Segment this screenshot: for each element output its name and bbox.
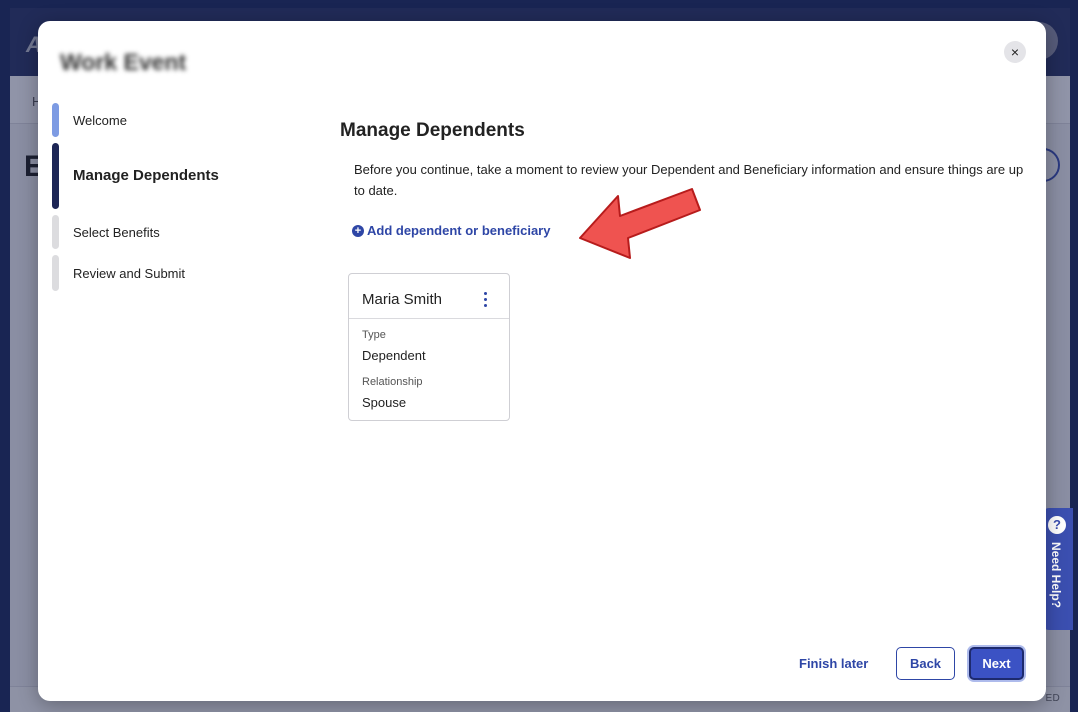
dependent-card: Maria Smith Type Dependent Relationship … [348, 273, 510, 421]
step-label: Review and Submit [73, 266, 185, 281]
annotation-arrow-icon [579, 188, 701, 259]
add-dependent-label: Add dependent or beneficiary [367, 223, 551, 238]
back-button[interactable]: Back [896, 647, 955, 680]
dependent-card-header: Maria Smith [349, 274, 509, 319]
step-indicator [52, 103, 59, 137]
step-indicator [52, 255, 59, 291]
plus-circle-icon: + [352, 224, 364, 237]
dependent-name: Maria Smith [362, 291, 443, 308]
work-event-modal: Work Event × Welcome Manage Dependents S… [38, 21, 1046, 701]
step-label: Manage Dependents [73, 167, 219, 184]
section-title: Manage Dependents [340, 120, 525, 141]
close-button[interactable]: × [1004, 41, 1026, 63]
type-label: Type [362, 329, 386, 341]
more-options-icon[interactable] [477, 290, 493, 310]
relationship-label: Relationship [362, 376, 423, 388]
modal-title: Work Event [60, 49, 187, 75]
type-value: Dependent [362, 348, 426, 363]
step-label: Welcome [73, 113, 127, 128]
need-help-label: Need Help? [1049, 542, 1063, 609]
finish-later-link[interactable]: Finish later [799, 656, 868, 671]
step-indicator [52, 143, 59, 209]
step-indicator [52, 215, 59, 249]
next-button[interactable]: Next [969, 647, 1024, 680]
step-label: Select Benefits [73, 225, 160, 240]
add-dependent-link[interactable]: + Add dependent or beneficiary [352, 223, 550, 238]
question-icon: ? [1048, 516, 1066, 534]
need-help-tab[interactable]: ? Need Help? [1043, 508, 1073, 630]
relationship-value: Spouse [362, 395, 407, 410]
